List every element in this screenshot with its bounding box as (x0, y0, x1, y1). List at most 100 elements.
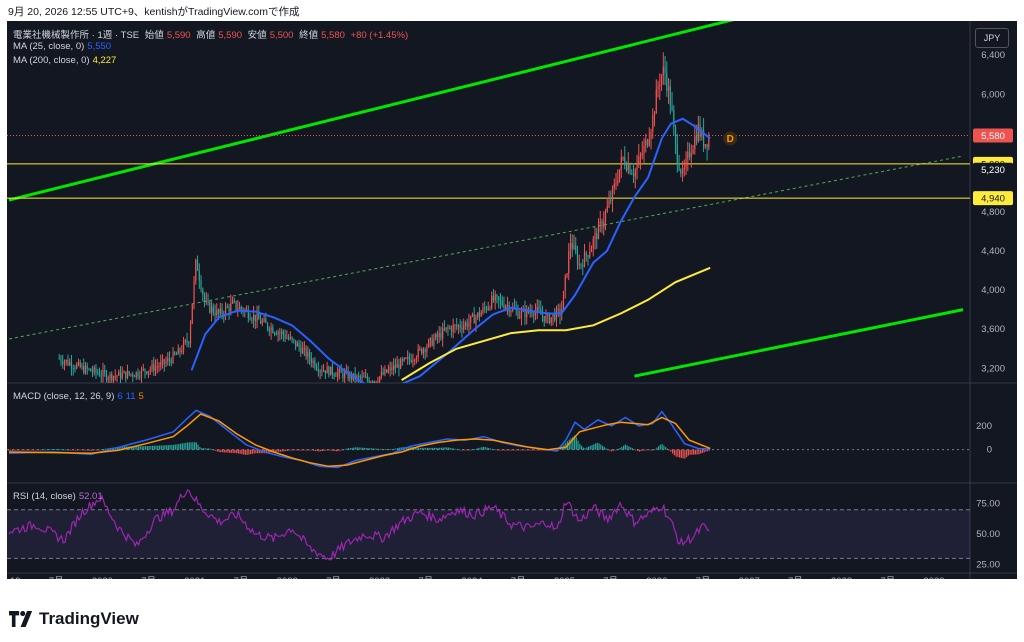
macd-histogram-bar (395, 448, 397, 450)
macd-histogram-bar (535, 449, 537, 451)
candle-body (324, 370, 326, 374)
candle-body (543, 316, 545, 322)
candle-body (608, 200, 610, 207)
macd-histogram-bar (165, 445, 168, 450)
candle-body (594, 233, 596, 239)
macd-histogram-bar (297, 449, 299, 451)
macd-histogram-bar (349, 448, 352, 450)
candle-body (573, 245, 575, 249)
macd-histogram-bar (624, 444, 626, 450)
candle-body (142, 368, 144, 370)
macd-histogram-bar (41, 449, 43, 451)
macd-histogram-bar (493, 449, 495, 451)
macd-histogram-bar (495, 449, 497, 451)
candle-body (179, 348, 181, 352)
candle-body (226, 307, 228, 309)
candle-body (359, 376, 361, 379)
chart-frame[interactable]: 6,4006,0005,6004,8004,4004,0003,6003,200… (7, 21, 1017, 579)
candle-body (323, 370, 325, 372)
macd-histogram-bar (631, 448, 633, 450)
macd-histogram-bar (356, 447, 359, 450)
currency-button[interactable]: JPY (975, 28, 1009, 48)
candle-body (126, 371, 129, 379)
macd-histogram-bar (444, 447, 446, 450)
candle-body (69, 362, 71, 365)
macd-histogram-bar (398, 447, 401, 450)
chart-canvas[interactable]: 6,4006,0005,6004,8004,4004,0003,6003,200… (7, 21, 1017, 579)
price-axis-tick: 3,200 (981, 363, 1005, 374)
candle-body (482, 307, 484, 313)
candle-body (695, 136, 698, 142)
macd-histogram-bar (353, 447, 355, 450)
macd-histogram-bar (503, 449, 506, 451)
macd-histogram-bar (484, 447, 486, 450)
candle-body (596, 233, 598, 240)
candle-body (107, 378, 109, 380)
macd-histogram-bar (383, 449, 385, 450)
candle-body (135, 372, 137, 377)
macd-histogram-bar (232, 449, 234, 453)
candle-body (555, 309, 558, 321)
macd-histogram-bar (88, 449, 91, 451)
time-axis-label: 7月 (603, 576, 618, 579)
candle-body (436, 334, 439, 337)
macd-histogram-bar (209, 448, 211, 450)
macd-histogram-bar (453, 448, 455, 450)
candle-body (655, 89, 657, 114)
macd-histogram-bar (381, 448, 383, 450)
candle-body (484, 307, 486, 309)
macd-histogram-bar (92, 449, 94, 451)
candle-body (471, 314, 474, 316)
macd-histogram-bar (696, 449, 698, 455)
candle-body (611, 187, 614, 201)
macd-histogram-bar (20, 449, 22, 451)
candle-body (268, 328, 270, 332)
candle-body (520, 311, 523, 317)
candle-body (58, 358, 60, 360)
open-value: 5,590 (166, 30, 191, 41)
macd-histogram-bar (470, 449, 472, 451)
tradingview-logo-icon (9, 611, 33, 627)
candle-body (133, 376, 136, 378)
macd-histogram-bar (680, 449, 682, 458)
time-axis-label: 2028 (831, 576, 852, 579)
candle-body (503, 304, 505, 309)
candle-body (576, 252, 579, 265)
macd-histogram-bar (241, 449, 243, 455)
macd-histogram-bar (363, 447, 366, 450)
macd-histogram-bar (694, 449, 696, 455)
candle-body (606, 206, 608, 212)
candle-body (314, 360, 316, 368)
candle-body (386, 369, 388, 373)
time-axis-label: 7月 (326, 576, 341, 579)
candle-body (344, 372, 346, 379)
candle-body (154, 366, 157, 371)
candle-body (273, 333, 276, 335)
tradingview-brand[interactable]: TradingView (9, 609, 139, 629)
macd-histogram-bar (377, 448, 380, 450)
candle-body (501, 300, 503, 305)
candle-body (184, 340, 186, 343)
candle-body (335, 375, 337, 377)
macd-histogram-bar (81, 449, 84, 451)
candle-body (548, 314, 551, 324)
candle-body (328, 366, 330, 376)
candle-body (265, 319, 267, 323)
macd-histogram-bar (104, 448, 106, 450)
candle-body (674, 126, 677, 145)
candle-body (77, 362, 80, 365)
candle-body (282, 331, 284, 335)
macd-histogram-bar (647, 449, 649, 451)
macd-histogram-bar (236, 449, 238, 454)
candle-body (109, 373, 111, 379)
macd-histogram-bar (313, 449, 315, 451)
candle-body (550, 317, 552, 324)
macd-histogram-bar (172, 444, 175, 450)
macd-histogram-bar (38, 449, 40, 451)
candle-body (228, 307, 230, 312)
macd-pane (7, 409, 970, 469)
macd-histogram-bar (540, 449, 542, 451)
candle-body (125, 371, 127, 379)
macd-histogram-bar (467, 449, 469, 451)
candle-body (671, 105, 673, 111)
